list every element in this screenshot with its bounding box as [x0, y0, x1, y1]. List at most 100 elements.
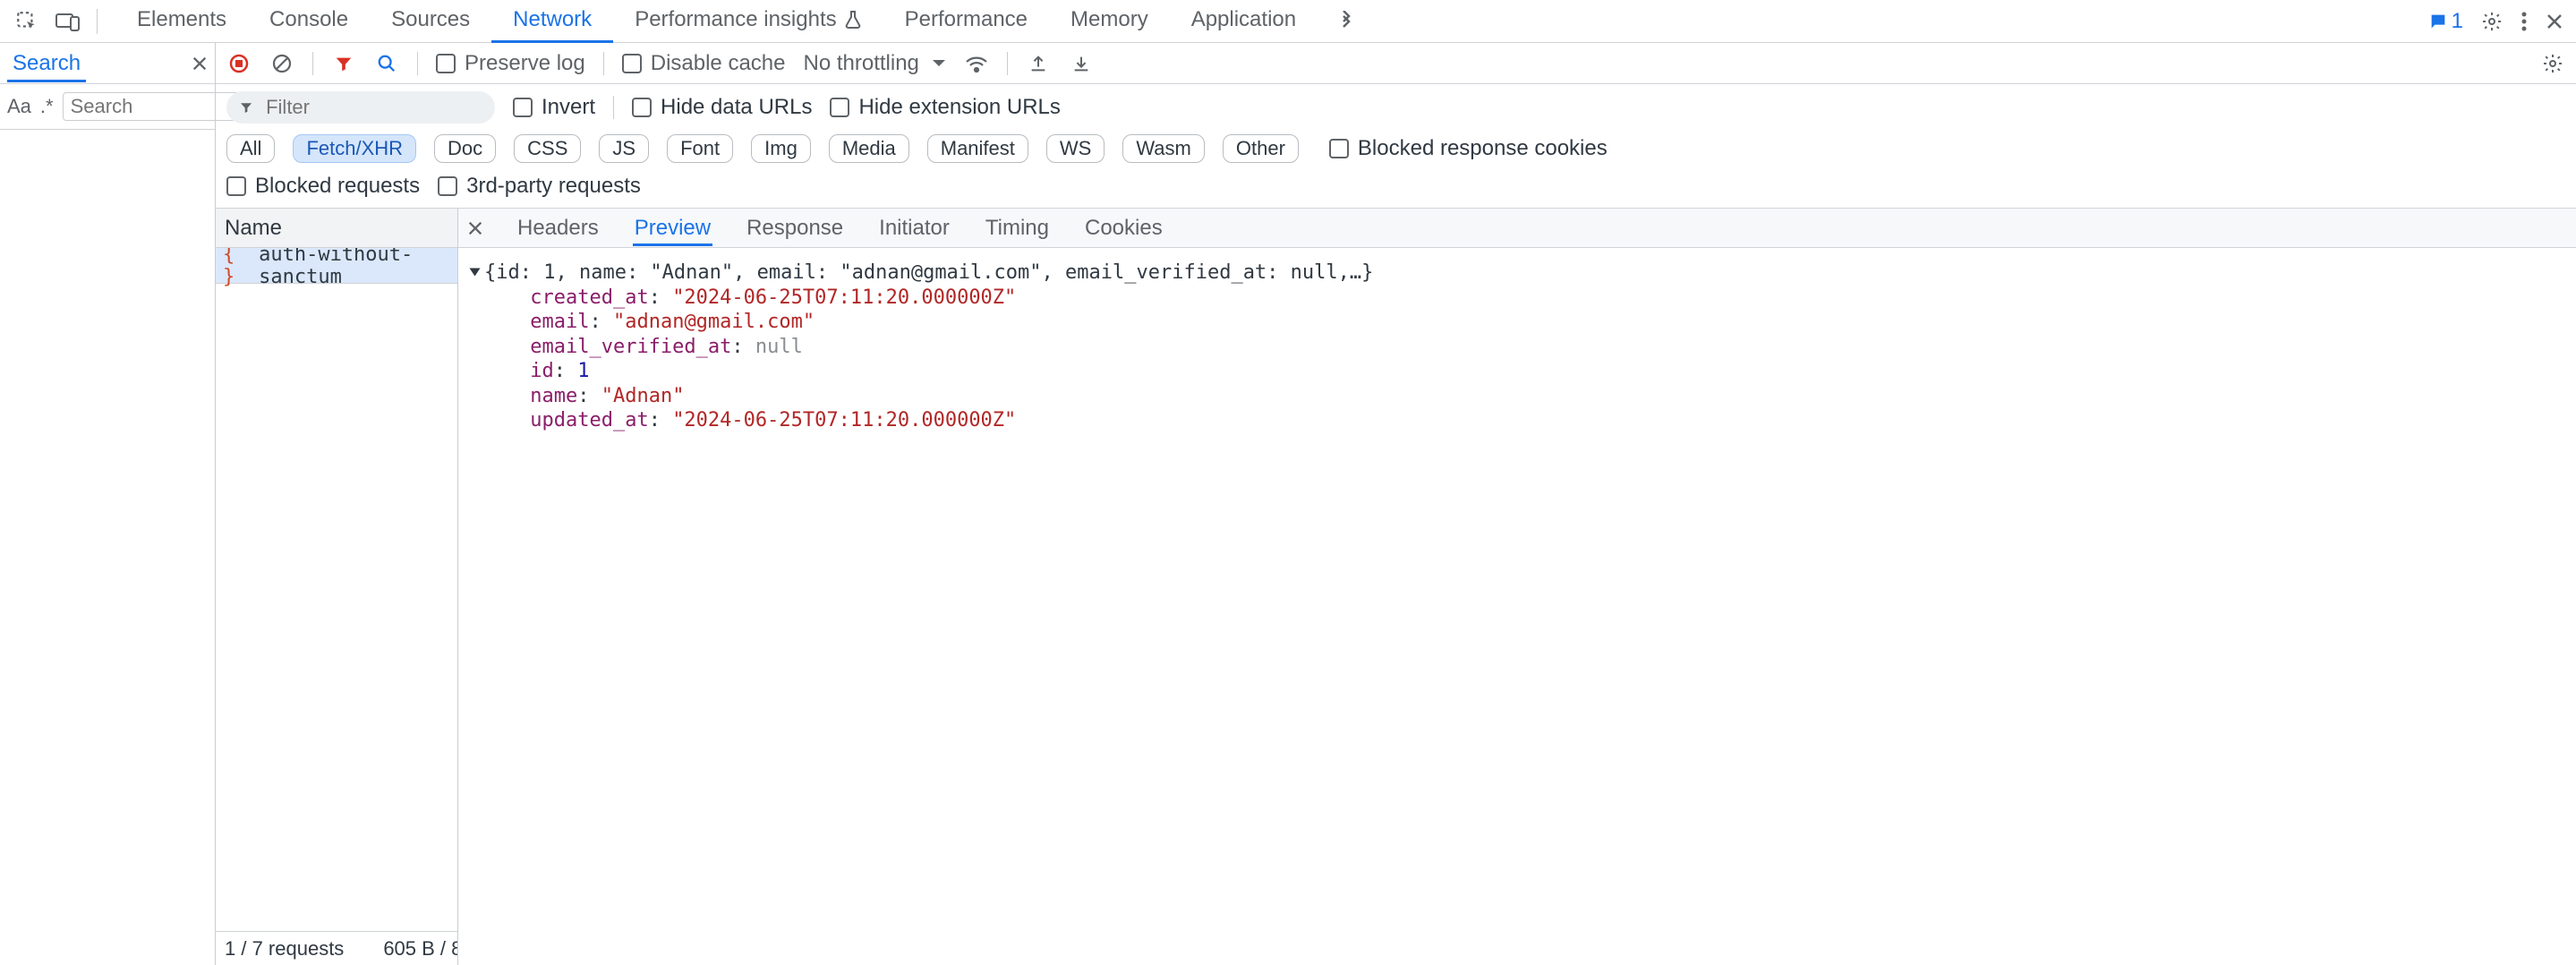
- separator: [97, 9, 98, 34]
- type-pill-fetch-xhr[interactable]: Fetch/XHR: [293, 134, 416, 163]
- type-pill-ws[interactable]: WS: [1046, 134, 1105, 163]
- match-case-button[interactable]: Aa: [7, 95, 31, 118]
- json-field-row[interactable]: name: "Adnan": [471, 384, 2563, 409]
- detail-tab-initiator[interactable]: Initiator: [877, 210, 951, 246]
- checkbox-icon: [438, 176, 457, 196]
- throttling-value: No throttling: [803, 51, 918, 76]
- close-devtools-icon[interactable]: [2546, 13, 2563, 30]
- disable-cache-checkbox[interactable]: Disable cache: [622, 51, 786, 76]
- status-transfer-size: 605 B / 8.9: [383, 937, 457, 961]
- more-tabs-icon[interactable]: [1328, 4, 1364, 39]
- network-body: Name { }auth-without-sanctum 1 / 7 reque…: [216, 209, 2576, 965]
- checkbox-icon: [226, 176, 246, 196]
- close-detail-icon[interactable]: [467, 220, 483, 236]
- detail-tab-headers[interactable]: Headers: [516, 210, 601, 246]
- separator: [603, 52, 604, 75]
- inspect-element-icon[interactable]: [9, 4, 45, 39]
- json-field-row[interactable]: id: 1: [471, 359, 2563, 384]
- type-pill-other[interactable]: Other: [1223, 134, 1299, 163]
- network-status-bar: 1 / 7 requests 605 B / 8.9: [216, 931, 457, 965]
- topbar-right-icons: 1: [2428, 9, 2576, 34]
- network-conditions-icon[interactable]: [964, 51, 989, 76]
- checkbox-icon: [513, 98, 533, 117]
- expand-triangle-icon[interactable]: [470, 269, 481, 277]
- network-settings-icon[interactable]: [2540, 51, 2565, 76]
- download-har-icon[interactable]: [1069, 51, 1094, 76]
- blocked-requests-checkbox[interactable]: Blocked requests: [226, 174, 420, 199]
- detail-tab-response[interactable]: Response: [745, 210, 845, 246]
- checkbox-icon: [830, 98, 849, 117]
- upload-har-icon[interactable]: [1026, 51, 1051, 76]
- preview-json-pane[interactable]: {id: 1, name: "Adnan", email: "adnan@gma…: [458, 248, 2576, 965]
- separator: [417, 52, 418, 75]
- panel-tab-application[interactable]: Application: [1170, 0, 1318, 43]
- clear-button[interactable]: [269, 51, 294, 76]
- throttling-select[interactable]: No throttling: [803, 51, 945, 76]
- type-pill-doc[interactable]: Doc: [434, 134, 496, 163]
- kebab-menu-icon[interactable]: [2521, 11, 2528, 32]
- type-pill-all[interactable]: All: [226, 134, 275, 163]
- filter-toggle-icon[interactable]: [331, 51, 356, 76]
- detail-tab-preview[interactable]: Preview: [633, 210, 712, 246]
- preserve-log-label: Preserve log: [465, 51, 585, 76]
- json-field-row[interactable]: created_at: "2024-06-25T07:11:20.000000Z…: [471, 286, 2563, 311]
- filter-input[interactable]: [264, 95, 482, 120]
- chevron-down-icon: [932, 59, 946, 68]
- panel-tab-console[interactable]: Console: [248, 0, 370, 43]
- record-button[interactable]: [226, 51, 252, 76]
- search-toggle-icon[interactable]: [374, 51, 399, 76]
- type-pill-font[interactable]: Font: [667, 134, 733, 163]
- regex-button[interactable]: .*: [40, 95, 54, 118]
- filter-input-wrap[interactable]: [226, 91, 495, 124]
- issues-button[interactable]: 1: [2428, 9, 2463, 34]
- disable-cache-label: Disable cache: [651, 51, 786, 76]
- search-results-area: [0, 129, 215, 965]
- blocked-cookies-label: Blocked response cookies: [1358, 136, 1608, 161]
- json-field-row[interactable]: updated_at: "2024-06-25T07:11:20.000000Z…: [471, 408, 2563, 433]
- xhr-braces-icon: { }: [223, 248, 252, 288]
- panel-tab-performance[interactable]: Performance: [883, 0, 1049, 43]
- type-pill-img[interactable]: Img: [751, 134, 811, 163]
- panel-tabs: ElementsConsoleSourcesNetworkPerformance…: [115, 0, 1318, 43]
- json-root-summary[interactable]: {id: 1, name: "Adnan", email: "adnan@gma…: [484, 261, 1373, 284]
- issues-count: 1: [2452, 9, 2463, 34]
- type-pill-css[interactable]: CSS: [514, 134, 581, 163]
- column-header-name[interactable]: Name: [216, 209, 457, 248]
- request-name: auth-without-sanctum: [259, 248, 450, 288]
- json-field-row[interactable]: email_verified_at: null: [471, 335, 2563, 360]
- hide-ext-urls-checkbox[interactable]: Hide extension URLs: [830, 95, 1060, 120]
- hide-data-urls-checkbox[interactable]: Hide data URLs: [632, 95, 812, 120]
- search-panel-header: Search: [0, 43, 215, 84]
- hide-ext-urls-label: Hide extension URLs: [858, 95, 1060, 120]
- preserve-log-checkbox[interactable]: Preserve log: [436, 51, 585, 76]
- search-panel-toolbar: Aa .*: [0, 84, 215, 129]
- panel-tab-sources[interactable]: Sources: [370, 0, 491, 43]
- panel-tab-memory[interactable]: Memory: [1049, 0, 1170, 43]
- type-pill-wasm[interactable]: Wasm: [1122, 134, 1205, 163]
- detail-tab-cookies[interactable]: Cookies: [1083, 210, 1164, 246]
- detail-tab-timing[interactable]: Timing: [984, 210, 1051, 246]
- checkbox-icon: [632, 98, 652, 117]
- checkbox-icon: [622, 54, 642, 73]
- main-grid: Search Aa .*: [0, 43, 2576, 965]
- funnel-icon: [239, 99, 253, 115]
- hide-data-urls-label: Hide data URLs: [661, 95, 812, 120]
- type-pill-media[interactable]: Media: [829, 134, 909, 163]
- checkbox-icon: [1329, 139, 1349, 158]
- settings-gear-icon[interactable]: [2481, 11, 2503, 32]
- close-search-icon[interactable]: [192, 56, 208, 72]
- type-pill-js[interactable]: JS: [599, 134, 649, 163]
- blocked-cookies-checkbox[interactable]: Blocked response cookies: [1329, 136, 1608, 161]
- json-field-row[interactable]: email: "adnan@gmail.com": [471, 310, 2563, 335]
- network-panel: Preserve log Disable cache No throttling: [216, 43, 2576, 965]
- third-party-checkbox[interactable]: 3rd-party requests: [438, 174, 641, 199]
- panel-tab-performance-insights[interactable]: Performance insights: [613, 0, 883, 43]
- panel-tab-network[interactable]: Network: [491, 0, 613, 43]
- panel-tab-elements[interactable]: Elements: [115, 0, 248, 43]
- request-row[interactable]: { }auth-without-sanctum: [216, 248, 457, 284]
- device-toolbar-icon[interactable]: [50, 4, 86, 39]
- request-list: { }auth-without-sanctum: [216, 248, 457, 931]
- type-pill-manifest[interactable]: Manifest: [927, 134, 1028, 163]
- invert-checkbox[interactable]: Invert: [513, 95, 595, 120]
- separator: [1007, 52, 1008, 75]
